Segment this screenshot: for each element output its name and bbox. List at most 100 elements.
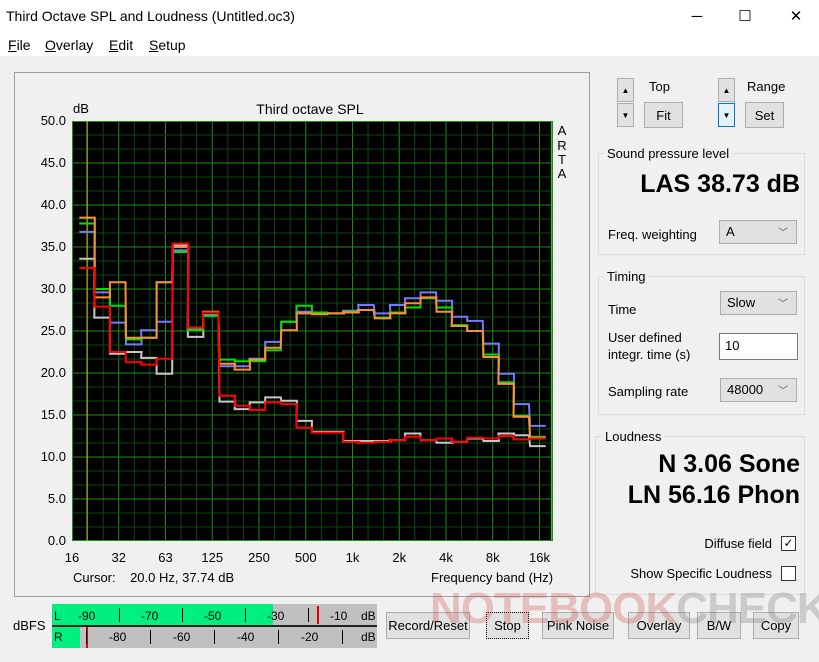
- menu-edit[interactable]: Edit: [109, 37, 133, 53]
- x-tick-label: 8k: [485, 550, 500, 565]
- freq-weighting-label: Freq. weighting: [608, 227, 697, 242]
- right-channel-label: R: [54, 630, 63, 644]
- meter-tick: [150, 630, 151, 644]
- loudness-n-value: N 3.06 Sone: [658, 450, 800, 478]
- sampling-rate-select[interactable]: 48000 ﹀: [720, 378, 797, 402]
- show-specific-loudness-label: Show Specific Loudness: [630, 566, 772, 581]
- series-line-red: [79, 242, 546, 444]
- show-specific-loudness-checkbox[interactable]: [781, 566, 796, 581]
- arrow-up-icon: ▲: [722, 85, 731, 95]
- range-up-button[interactable]: ▲: [718, 78, 735, 102]
- menu-overlay-mnemonic: O: [45, 37, 56, 53]
- cursor-readout: Cursor: 20.0 Hz, 37.74 dB: [73, 570, 235, 585]
- x-tick-label: 63: [158, 550, 173, 565]
- series-line-orange: [79, 216, 546, 439]
- arrow-down-icon: ▼: [722, 110, 731, 120]
- side-label-letter: T: [558, 152, 566, 167]
- pink-noise-button[interactable]: Pink Noise: [542, 612, 614, 639]
- meter-tick: [214, 630, 215, 644]
- side-label-letter: R: [557, 138, 567, 153]
- chevron-down-icon: ﹀: [778, 386, 788, 397]
- meter-tick: [278, 630, 279, 644]
- y-tick-label: 10.0: [40, 449, 66, 464]
- left-meter-scale-label: -30: [267, 609, 285, 623]
- menu-setup-label: etup: [158, 37, 186, 53]
- menu-overlay-label: verlay: [55, 37, 94, 53]
- range-down-button[interactable]: ▼: [718, 103, 735, 127]
- bw-button[interactable]: B/W: [697, 612, 741, 639]
- time-select[interactable]: Slow ﹀: [720, 291, 797, 315]
- overlay-button[interactable]: Overlay: [628, 612, 690, 639]
- x-tick-label: 4k: [439, 550, 453, 565]
- minimize-button[interactable]: ─: [674, 0, 720, 33]
- menu-file[interactable]: File: [8, 37, 31, 53]
- meter-tick: [86, 630, 87, 644]
- meter-tick: [181, 608, 183, 622]
- y-tick-label: 35.0: [40, 239, 66, 254]
- menu-file-mnemonic: F: [8, 37, 17, 53]
- x-tick-label: 2k: [392, 550, 407, 565]
- timing-group-label: Timing: [604, 269, 649, 284]
- dbfs-label: dBFS: [13, 618, 46, 633]
- loudness-group-label: Loudness: [602, 429, 665, 444]
- integ-time-input[interactable]: 10: [719, 333, 798, 360]
- maximize-button[interactable]: ☐: [722, 0, 768, 33]
- chevron-down-icon: ﹀: [778, 228, 788, 239]
- right-meter-scale-label: -20: [301, 630, 319, 644]
- top-label: Top: [649, 79, 670, 94]
- side-label-letter: A: [557, 166, 567, 181]
- fit-button[interactable]: Fit: [644, 102, 683, 128]
- y-tick-label: 20.0: [40, 365, 66, 380]
- time-value: Slow: [727, 295, 756, 310]
- x-tick-label: 1k: [345, 550, 360, 565]
- spl-plot[interactable]: [72, 121, 553, 541]
- sampling-rate-label: Sampling rate: [608, 384, 689, 399]
- x-tick-label: 16: [64, 550, 80, 565]
- x-tick-label: 250: [248, 550, 270, 565]
- freq-weighting-value: A: [726, 224, 735, 239]
- menu-setup[interactable]: Setup: [149, 37, 186, 53]
- y-tick-label: 5.0: [47, 491, 66, 506]
- level-meter: L R dB dB -90 -70 -50 -30 -10 -80 -60 -40 -20: [52, 604, 377, 648]
- copy-button[interactable]: Copy: [753, 612, 799, 639]
- left-unit-label: dB: [361, 609, 376, 623]
- integ-time-label-2: integr. time (s): [608, 347, 691, 362]
- range-label: Range: [747, 79, 786, 94]
- stop-button[interactable]: Stop: [486, 612, 529, 639]
- meter-tick: [118, 608, 120, 622]
- x-tick-label: 32: [111, 550, 126, 565]
- close-button[interactable]: ✕: [773, 0, 819, 33]
- left-channel-label: L: [54, 609, 61, 623]
- menu-overlay[interactable]: Overlay: [45, 37, 93, 53]
- x-tick-label: 500: [294, 550, 317, 565]
- diffuse-field-label: Diffuse field: [704, 536, 772, 551]
- side-label-letter: A: [557, 123, 567, 138]
- integ-time-label-1: User defined: [608, 330, 682, 345]
- y-tick-label: 50.0: [40, 113, 66, 128]
- meter-tick: [307, 608, 309, 622]
- y-tick-label: 15.0: [40, 407, 66, 422]
- set-button[interactable]: Set: [745, 102, 784, 128]
- time-label: Time: [608, 302, 637, 317]
- y-tick-label: 40.0: [40, 197, 66, 212]
- y-tick-label: 30.0: [40, 281, 66, 296]
- left-meter-scale-label: -70: [141, 609, 159, 623]
- left-meter-scale-label: -90: [78, 609, 96, 623]
- freq-weighting-select[interactable]: A ﹀: [719, 220, 797, 244]
- right-unit-label: dB: [361, 630, 376, 644]
- arrow-down-icon: ▼: [621, 110, 630, 120]
- y-axis-label: dB: [73, 101, 89, 116]
- x-axis-label: Frequency band (Hz): [431, 570, 554, 585]
- meter-tick: [342, 630, 343, 644]
- window-title: Third Octave SPL and Loudness (Untitled.…: [6, 8, 295, 24]
- x-tick-label: 16k: [529, 550, 550, 565]
- spl-group-label: Sound pressure level: [604, 146, 733, 161]
- top-down-button[interactable]: ▼: [617, 103, 634, 127]
- spl-value: LAS 38.73 dB: [640, 170, 800, 198]
- menu-setup-mnemonic: S: [149, 37, 159, 53]
- menu-edit-mnemonic: E: [109, 37, 119, 53]
- record-reset-button[interactable]: Record/Reset: [386, 612, 470, 639]
- top-up-button[interactable]: ▲: [617, 78, 634, 102]
- meter-tick: [244, 608, 246, 622]
- diffuse-field-checkbox[interactable]: ✓: [781, 536, 796, 551]
